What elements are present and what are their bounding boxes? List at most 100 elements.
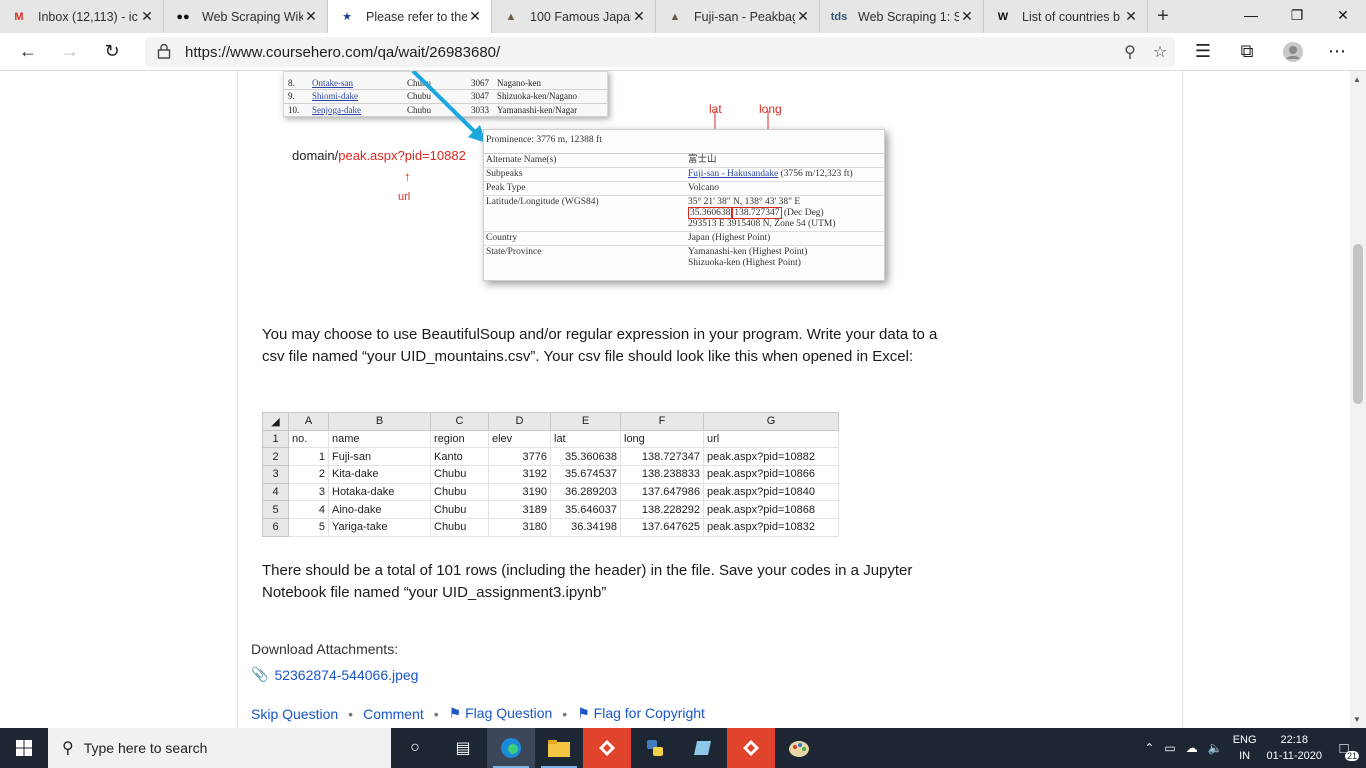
back-button[interactable]: ← — [13, 37, 43, 67]
refresh-button[interactable]: ↻ — [97, 37, 127, 67]
browser-tab[interactable]: tds Web Scraping 1: S ✕ — [820, 0, 984, 33]
favorites-list-icon[interactable]: ☰ — [1188, 37, 1218, 67]
language-indicator[interactable]: ENG IN — [1233, 732, 1257, 764]
scrollbar-thumb[interactable] — [1353, 244, 1363, 404]
notifications-icon[interactable]: □ 21 — [1332, 736, 1359, 761]
attachment-link[interactable]: 📎 52362874-544066.jpeg — [251, 666, 418, 683]
sheet-cell: url — [703, 429, 839, 449]
anydesk-icon-2[interactable] — [727, 728, 775, 768]
sheet-cell: 36.34198 — [550, 518, 621, 537]
close-tab-icon[interactable]: ✕ — [1123, 8, 1139, 25]
row-number: 5 — [262, 500, 289, 520]
anydesk-icon[interactable] — [583, 728, 631, 768]
close-tab-icon[interactable]: ✕ — [139, 8, 155, 25]
instructions-paragraph: You may choose to use BeautifulSoup and/… — [262, 326, 938, 365]
tds-icon: tds — [830, 10, 848, 23]
settings-more-icon[interactable]: ⋯ — [1322, 37, 1352, 67]
download-attachments-heading: Download Attachments: — [251, 641, 399, 657]
clock[interactable]: 22:18 01-11-2020 — [1267, 732, 1322, 764]
wikipedia-icon: W — [997, 10, 1009, 23]
sheet-cell: 138.228292 — [620, 500, 704, 520]
sheet-cell: peak.aspx?pid=10840 — [703, 482, 839, 502]
sheet-cell: Chubu — [430, 482, 489, 502]
sheet-cell: 137.647625 — [620, 518, 704, 537]
column-header: F — [620, 412, 704, 431]
mountain-icon: ▲ — [669, 10, 681, 23]
browser-tab[interactable]: ●● Web Scraping Wik ✕ — [164, 0, 328, 33]
sheet-cell: 137.647986 — [620, 482, 704, 502]
favorite-star-icon[interactable]: ☆ — [1145, 42, 1175, 62]
close-tab-icon[interactable]: ✕ — [959, 8, 975, 25]
scroll-down-icon[interactable]: ▼ — [1353, 715, 1361, 724]
sheet-cell: Chubu — [430, 465, 489, 484]
column-header: C — [430, 412, 489, 431]
start-button[interactable] — [0, 728, 48, 768]
windows-icon — [16, 740, 32, 756]
sheet-cell: Hotaka-dake — [328, 482, 431, 502]
chevron-up-icon[interactable]: ⌃ — [1144, 741, 1154, 755]
paint-app-icon[interactable] — [775, 728, 823, 768]
edge-app-icon[interactable] — [487, 728, 535, 768]
sheet-cell: Chubu — [430, 500, 489, 520]
row-number: 3 — [262, 465, 289, 484]
sheet-cell: 36.289203 — [550, 482, 621, 502]
volume-icon[interactable]: 🔈 — [1208, 741, 1223, 755]
url-text[interactable]: https://www.coursehero.com/qa/wait/26983… — [185, 44, 1115, 61]
sheet-row: 4 3 Hotaka-dake Chubu 3190 36.289203 137.64798… — [262, 482, 839, 502]
tab-title: Inbox (12,113) - ic — [38, 9, 138, 24]
collections-icon[interactable]: ⧉ — [1232, 37, 1262, 67]
sheet-cell: 138.238833 — [620, 465, 704, 484]
flag-question-link[interactable]: ⚑ Flag Question — [449, 705, 553, 722]
medium-icon: ●● — [176, 10, 190, 23]
zoom-icon[interactable]: ⚲ — [1115, 42, 1145, 62]
new-tab-button[interactable]: + — [1148, 0, 1178, 33]
file-explorer-icon[interactable] — [535, 728, 583, 768]
comment-link[interactable]: Comment — [363, 706, 424, 722]
browser-tab[interactable]: M Inbox (12,113) - ic ✕ — [0, 0, 164, 33]
coursehero-icon: ★ — [342, 11, 352, 23]
battery-icon[interactable]: ▭ — [1164, 741, 1175, 755]
close-tab-icon[interactable]: ✕ — [303, 8, 319, 25]
browser-tab[interactable]: W List of countries b ✕ — [984, 0, 1148, 33]
cortana-icon[interactable]: ○ — [391, 728, 439, 768]
question-content: 8. Ontake-san Chubu 3067 Nagano-ken 9. Shiomi-… — [237, 71, 1183, 728]
scroll-up-icon[interactable]: ▲ — [1353, 75, 1361, 84]
sheet-cell: no. — [288, 429, 329, 449]
close-window-button[interactable]: ✕ — [1320, 0, 1366, 30]
close-tab-icon[interactable]: ✕ — [795, 8, 811, 25]
vertical-scrollbar[interactable]: ▲ ▼ — [1350, 71, 1366, 728]
skip-question-link[interactable]: Skip Question — [251, 706, 338, 722]
sheet-cell: peak.aspx?pid=10882 — [703, 447, 839, 467]
notes-app-icon[interactable] — [679, 728, 727, 768]
sheet-row: 1 no. name region elev lat long url — [262, 429, 839, 449]
restore-button[interactable]: ❐ — [1274, 0, 1320, 30]
profile-avatar[interactable] — [1278, 37, 1308, 67]
sheet-cell: 3190 — [488, 482, 551, 502]
info-row: Latitude/Longitude (WGS84) 35° 21' 38" N… — [484, 196, 884, 232]
tab-title: Web Scraping 1: S — [858, 9, 959, 24]
sheet-cell: 35.674537 — [550, 465, 621, 484]
browser-tab[interactable]: ★ Please refer to the ✕ — [328, 0, 492, 33]
address-bar[interactable]: https://www.coursehero.com/qa/wait/26983… — [145, 37, 1175, 67]
sheet-cell: Kita-dake — [328, 465, 431, 484]
sheet-cell: 3189 — [488, 500, 551, 520]
sheet-cell: 1 — [288, 447, 329, 467]
sheet-cell: elev — [488, 429, 551, 449]
python-icon[interactable] — [631, 728, 679, 768]
taskbar-search[interactable]: ⚲ Type here to search — [48, 728, 391, 768]
cloud-icon[interactable]: ☁ — [1186, 741, 1198, 755]
task-view-icon[interactable]: ▤ — [439, 728, 487, 768]
sheet-row: 6 5 Yariga-take Chubu 3180 36.34198 137.647625… — [262, 518, 839, 537]
sheet-row: 3 2 Kita-dake Chubu 3192 35.674537 138.238833 p… — [262, 465, 839, 484]
tab-bar: M Inbox (12,113) - ic ✕ ●● Web Scraping Wik ✕… — [0, 0, 1366, 33]
tab-title: List of countries b — [1022, 9, 1120, 24]
sheet-cell: 3776 — [488, 447, 551, 467]
close-tab-icon[interactable]: ✕ — [467, 8, 483, 25]
close-tab-icon[interactable]: ✕ — [631, 8, 647, 25]
browser-tab[interactable]: ▲ 100 Famous Japan ✕ — [492, 0, 656, 33]
flag-copyright-link[interactable]: ⚑ Flag for Copyright — [577, 705, 705, 722]
browser-tab[interactable]: ▲ Fuji-san - Peakbag ✕ — [656, 0, 820, 33]
minimize-button[interactable]: — — [1228, 0, 1274, 30]
forward-button[interactable]: → — [55, 37, 85, 67]
sheet-cell: 35.360638 — [550, 447, 621, 467]
